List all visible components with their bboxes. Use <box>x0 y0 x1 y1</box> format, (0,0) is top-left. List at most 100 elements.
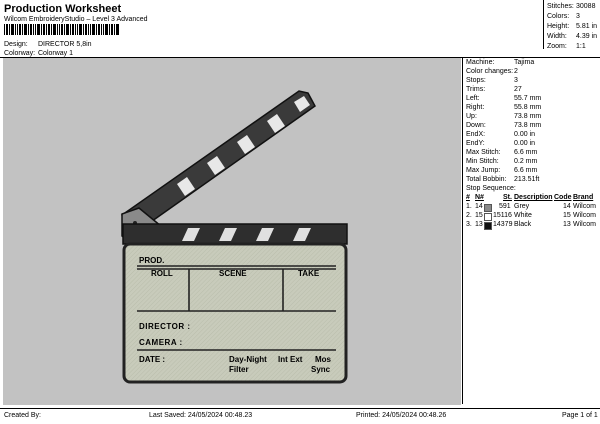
total-bobbin-value: 213.51ft <box>514 176 540 183</box>
trims-label: Trims: <box>466 86 486 93</box>
color-swatch <box>484 222 492 230</box>
slate-roll-label: ROLL <box>151 269 173 278</box>
clapper-top-bar <box>122 223 348 245</box>
last-saved: Last Saved: 24/05/2024 00:48.23 <box>149 412 253 419</box>
min-stitch-label: Min Stitch: <box>466 158 499 165</box>
endx-label: EndX: <box>466 131 486 138</box>
max-stitch-value: 6.6 mm <box>514 149 538 156</box>
width-value: 4.39 in <box>576 33 598 40</box>
design-preview-canvas: PROD. ROLL SCENE TAKE DIRECTOR : CAMERA … <box>3 58 461 405</box>
colors-value: 3 <box>576 13 580 20</box>
slate-day-night-label: Day-Night <box>229 355 267 364</box>
total-bobbin-label: Total Bobbin: <box>466 176 507 183</box>
endy-value: 0.00 in <box>514 140 536 147</box>
left-label: Left: <box>466 95 480 102</box>
row-brand: Wilcom <box>573 221 596 228</box>
col-header-needle: N# <box>475 194 484 201</box>
clapper-arm <box>120 90 316 232</box>
slate-sync-label: Sync <box>311 365 331 374</box>
slate-take-label: TAKE <box>298 269 320 278</box>
color-changes-label: Color changes: <box>466 68 514 75</box>
right-value: 55.8 mm <box>514 104 542 111</box>
row-number: 2. <box>466 212 472 219</box>
design-value: DIRECTOR 5,8in <box>38 41 92 48</box>
row-code: 14 <box>563 203 571 210</box>
row-stitches: 591 <box>499 203 511 210</box>
max-jump-label: Max Jump: <box>466 167 501 174</box>
colorway-label: Colorway: <box>4 50 36 57</box>
row-code: 13 <box>563 221 571 228</box>
footer-rule <box>0 408 600 409</box>
machine-info-panel: Machine: Tajima Color changes: 2 Stops: 3 T… <box>466 59 598 189</box>
slate-scene-label: SCENE <box>219 269 247 278</box>
row-brand: Wilcom <box>573 203 596 210</box>
color-swatch <box>484 213 492 221</box>
right-label: Right: <box>466 104 485 111</box>
max-jump-value: 6.6 mm <box>514 167 538 174</box>
left-value: 55.7 mm <box>514 95 542 102</box>
printed-date: Printed: 24/05/2024 00:48.26 <box>356 412 447 419</box>
row-number: 3. <box>466 221 472 228</box>
table-row: 2. 15 15116 White 15 Wilcom <box>466 212 598 221</box>
slate-date-label: DATE : <box>139 355 166 364</box>
width-label: Width: <box>547 33 567 40</box>
row-needle: 14 <box>475 203 483 210</box>
slate-filter-label: Filter <box>229 365 249 374</box>
machine-value: Tajima <box>514 59 535 66</box>
slate-camera-label: CAMERA : <box>139 338 183 347</box>
row-description: White <box>514 212 532 219</box>
page-number: Page 1 of 1 <box>562 412 598 419</box>
min-stitch-value: 0.2 mm <box>514 158 538 165</box>
endx-value: 0.00 in <box>514 131 536 138</box>
slate-director-label: DIRECTOR : <box>139 322 191 331</box>
height-label: Height: <box>547 23 570 30</box>
col-header-stitches: St. <box>503 194 512 201</box>
stops-value: 3 <box>514 77 518 84</box>
software-subtitle: Wilcom EmbroideryStudio – Level 3 Advanc… <box>4 16 148 23</box>
table-row: 1. 14 591 Grey 14 Wilcom <box>466 203 598 212</box>
clapperboard-design <box>120 90 348 384</box>
height-value: 5.81 in <box>576 23 598 30</box>
stop-sequence-title: Stop Sequence: <box>466 185 516 192</box>
table-row: 3. 13 14379 Black 13 Wilcom <box>466 221 598 230</box>
slate-int-ext-label: Int Ext <box>278 355 303 364</box>
row-description: Black <box>514 221 532 228</box>
row-description: Grey <box>514 203 530 210</box>
col-header-code: Code <box>554 194 572 201</box>
row-number: 1. <box>466 203 472 210</box>
col-header-brand: Brand <box>573 194 594 201</box>
col-header-description: Description <box>514 194 553 201</box>
barcode <box>4 24 119 35</box>
design-label: Design: <box>4 41 28 48</box>
row-stitches: 15116 <box>493 212 512 219</box>
created-by: Created By: <box>4 412 41 419</box>
row-needle: 13 <box>475 221 483 228</box>
design-row: Design: DIRECTOR 5,8in <box>4 41 204 50</box>
trims-value: 27 <box>514 86 522 93</box>
endy-label: EndY: <box>466 140 485 147</box>
slate-prod-label: PROD. <box>139 256 165 265</box>
row-brand: Wilcom <box>573 212 596 219</box>
row-stitches: 14379 <box>493 221 513 228</box>
slate-mos-label: Mos <box>315 355 331 364</box>
zoom-value: 1:1 <box>576 43 586 50</box>
col-header-number: # <box>466 194 470 201</box>
up-value: 73.8 mm <box>514 113 542 120</box>
down-value: 73.8 mm <box>514 122 542 129</box>
down-label: Down: <box>466 122 486 129</box>
zoom-label: Zoom: <box>547 43 567 50</box>
color-changes-value: 2 <box>514 68 518 75</box>
row-code: 15 <box>563 212 571 219</box>
color-swatch <box>484 204 492 212</box>
worksheet-title: Production Worksheet <box>4 3 122 15</box>
max-stitch-label: Max Stitch: <box>466 149 501 156</box>
right-panel-divider <box>462 58 463 404</box>
stitches-label: Stitches: <box>547 3 574 10</box>
row-needle: 15 <box>475 212 483 219</box>
stitches-value: 30088 <box>576 3 596 10</box>
summary-divider <box>543 0 544 49</box>
up-label: Up: <box>466 113 477 120</box>
stops-label: Stops: <box>466 77 486 84</box>
colorway-value: Colorway 1 <box>38 50 74 57</box>
colors-label: Colors: <box>547 13 570 20</box>
